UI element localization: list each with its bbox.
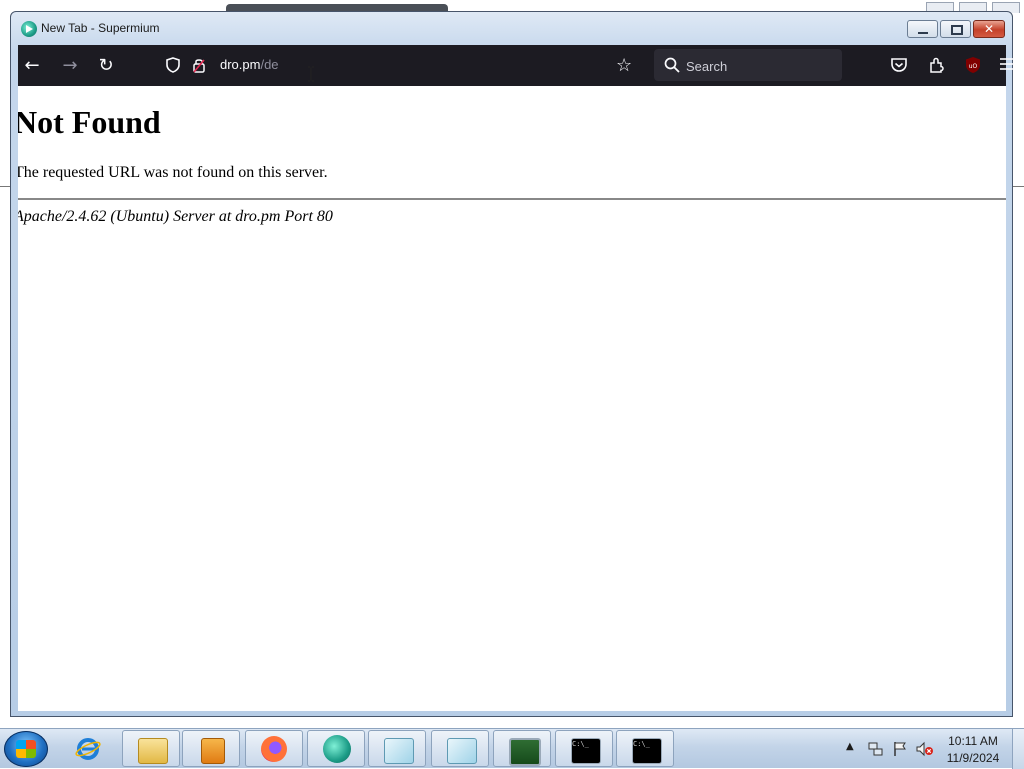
clock-time[interactable]: 10:11 AM: [942, 734, 1004, 748]
taskbar: C:\_ C:\_ ▲ 10:11 AM 11/9/2024: [0, 728, 1024, 769]
show-desktop-button[interactable]: [1012, 729, 1024, 769]
extensions-puzzle-icon[interactable]: [928, 56, 946, 74]
firefox-icon: [261, 736, 287, 762]
supermium-icon: [323, 735, 351, 763]
horizontal-rule: [18, 198, 1006, 200]
text-cursor-icon: [308, 66, 314, 82]
folder-icon: [138, 738, 168, 764]
pocket-icon[interactable]: [890, 56, 908, 74]
forward-arrow-icon[interactable]: →: [60, 56, 80, 76]
internet-explorer-icon: [75, 738, 101, 760]
shield-icon[interactable]: [166, 57, 180, 73]
windows-logo-icon: [16, 740, 36, 758]
supermium-app-icon: [21, 21, 37, 37]
error-message: The requested URL was not found on this …: [18, 164, 328, 181]
lock-warning-icon[interactable]: [192, 57, 206, 73]
taskbar-command-prompt-1[interactable]: C:\_: [555, 730, 613, 767]
search-icon: [664, 57, 680, 73]
media-player-icon: [201, 738, 225, 764]
server-signature: Apache/2.4.62 (Ubuntu) Server at dro.pm …: [18, 208, 333, 225]
taskbar-notepad-1[interactable]: [368, 730, 426, 767]
notepad-icon: [447, 738, 477, 764]
taskbar-command-prompt-2[interactable]: C:\_: [616, 730, 674, 767]
taskbar-supermium[interactable]: [307, 730, 365, 767]
browser-window: New Tab - Supermium ✕ ← → ↻ dro.pm/de ☆: [10, 11, 1014, 717]
volume-muted-icon[interactable]: [916, 741, 934, 757]
close-icon: ✕: [983, 22, 995, 36]
taskbar-internet-explorer[interactable]: [62, 730, 120, 767]
url-host: dro.pm: [220, 57, 261, 72]
system-tray: ▲ 10:11 AM 11/9/2024: [842, 729, 1024, 769]
window-title: New Tab - Supermium: [41, 21, 160, 35]
hamburger-menu-icon[interactable]: [1000, 57, 1014, 71]
taskbar-firefox[interactable]: [245, 730, 303, 767]
svg-text:uO: uO: [969, 63, 978, 70]
taskbar-file-explorer[interactable]: [122, 730, 180, 767]
page-heading: Not Found: [18, 104, 161, 140]
taskbar-notepad-2[interactable]: [431, 730, 489, 767]
url-text[interactable]: dro.pm/de: [220, 57, 279, 72]
bookmark-star-icon[interactable]: ☆: [616, 55, 632, 76]
reload-icon[interactable]: ↻: [96, 56, 116, 76]
search-input[interactable]: [684, 56, 838, 76]
browser-toolbar: ← → ↻ dro.pm/de ☆ Search uO: [18, 45, 1014, 86]
page-content: Not Found The requested URL was not foun…: [18, 86, 1006, 711]
command-prompt-icon: C:\_: [632, 738, 662, 764]
clock-date[interactable]: 11/9/2024: [942, 751, 1004, 765]
action-center-flag-icon[interactable]: [892, 741, 908, 757]
taskbar-task-manager[interactable]: [493, 730, 551, 767]
back-arrow-icon[interactable]: ←: [22, 56, 42, 76]
network-icon[interactable]: [868, 741, 884, 757]
ublock-origin-icon[interactable]: uO: [964, 56, 982, 74]
show-hidden-icons-arrow-icon[interactable]: ▲: [846, 741, 854, 752]
notepad-icon: [384, 738, 414, 764]
start-button[interactable]: [4, 731, 48, 767]
command-prompt-icon: C:\_: [571, 738, 601, 764]
taskbar-media-player[interactable]: [182, 730, 240, 767]
url-path: /de: [260, 57, 279, 72]
address-bar[interactable]: dro.pm/de ☆: [150, 49, 642, 81]
title-bar[interactable]: New Tab - Supermium ✕: [11, 12, 1012, 45]
close-button[interactable]: ✕: [973, 20, 1005, 38]
task-manager-icon: [509, 738, 541, 766]
minimize-button[interactable]: [907, 20, 938, 38]
maximize-button[interactable]: [940, 20, 971, 38]
search-bar[interactable]: [654, 49, 842, 81]
